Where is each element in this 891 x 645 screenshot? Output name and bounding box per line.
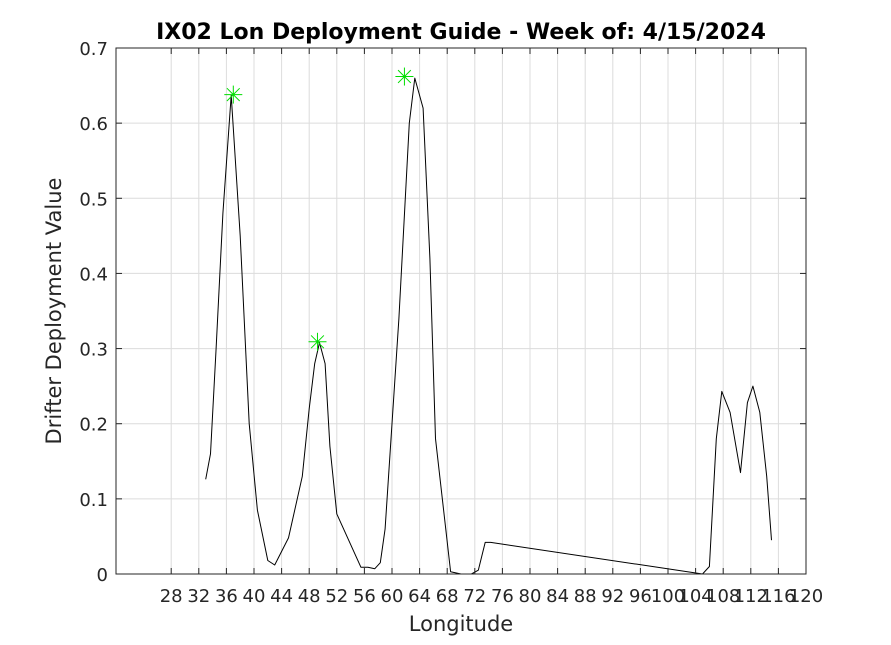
x-tick-label: 56 xyxy=(353,586,376,607)
x-tick-label: 120 xyxy=(789,586,823,607)
x-tick-label: 52 xyxy=(325,586,348,607)
y-tick-label: 0.2 xyxy=(79,415,108,436)
y-tick-label: 0.5 xyxy=(79,189,108,210)
x-tick-label: 80 xyxy=(519,586,542,607)
x-tick-label: 68 xyxy=(436,586,459,607)
x-tick-label: 32 xyxy=(187,586,210,607)
peak-marker xyxy=(395,67,414,86)
x-tick-label: 84 xyxy=(546,586,569,607)
y-tick-label: 0.1 xyxy=(79,490,108,511)
x-axis-label: Longitude xyxy=(409,612,513,636)
y-axis-label: Drifter Deployment Value xyxy=(42,178,66,445)
peak-marker xyxy=(224,85,243,104)
y-tick-label: 0.6 xyxy=(79,114,108,135)
y-tick-label: 0.7 xyxy=(79,39,108,60)
x-tick-label: 40 xyxy=(243,586,266,607)
x-tick-label: 72 xyxy=(463,586,486,607)
x-tick-label: 96 xyxy=(629,586,652,607)
y-tick-label: 0.4 xyxy=(79,264,108,285)
plot-area xyxy=(116,48,806,574)
x-tick-label: 28 xyxy=(160,586,183,607)
x-tick-label: 60 xyxy=(381,586,404,607)
x-tick-label: 88 xyxy=(574,586,597,607)
peak-marker xyxy=(308,332,327,351)
x-tick-label: 36 xyxy=(215,586,238,607)
x-tick-label: 92 xyxy=(601,586,624,607)
chart-title: IX02 Lon Deployment Guide - Week of: 4/1… xyxy=(156,20,766,45)
x-tick-label: 44 xyxy=(270,586,293,607)
deployment-line-chart: 28 32 36 40 44 48 52 56 60 64 68 72 76 80 84 88 92 961001… xyxy=(42,20,823,636)
y-tick-label: 0 xyxy=(97,565,108,586)
y-tick-label: 0.3 xyxy=(79,340,108,361)
x-tick-label: 64 xyxy=(408,586,431,607)
x-tick-label: 76 xyxy=(491,586,514,607)
x-tick-label: 48 xyxy=(298,586,321,607)
